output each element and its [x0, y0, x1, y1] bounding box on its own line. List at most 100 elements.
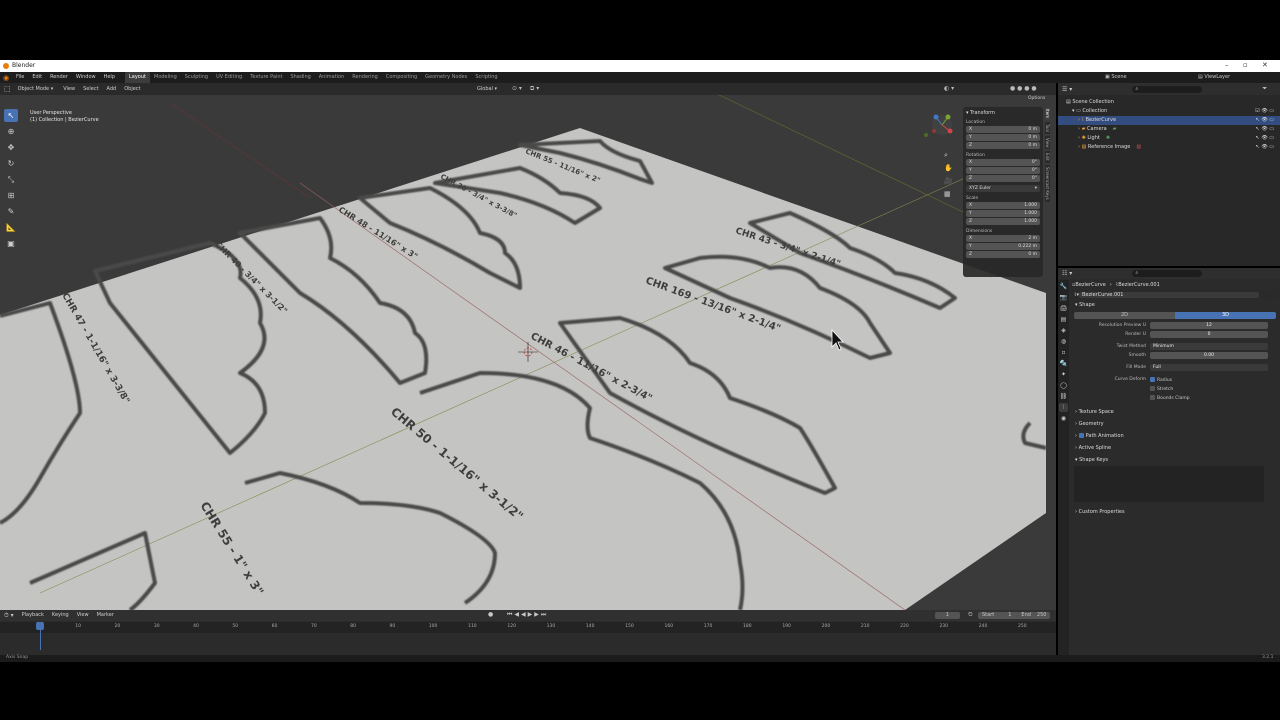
timeline-editor-icon[interactable]: ⏱ ▾ — [0, 612, 18, 620]
menu-view[interactable]: View — [59, 84, 79, 95]
blender-menu-icon[interactable]: ◉ — [0, 74, 12, 82]
visibility-toggles[interactable]: ↖ 👁 ▭ — [1256, 125, 1274, 134]
visibility-toggles[interactable]: ↖ 👁 ▭ — [1256, 134, 1274, 143]
menu-edit[interactable]: Edit — [28, 72, 46, 83]
fill-mode-dropdown[interactable]: Full — [1150, 364, 1268, 371]
cursor-tool-icon[interactable]: ⊕ — [4, 125, 18, 138]
properties-editor-icon[interactable]: ☷ ▾ — [1058, 270, 1072, 277]
custom-properties-section[interactable]: › Custom Properties — [1072, 506, 1278, 518]
transform-orientation-dropdown[interactable]: Global ▾ — [474, 85, 501, 93]
location-z-field[interactable]: Z 0 m — [966, 142, 1040, 149]
properties-search-input[interactable]: ⌕ — [1132, 270, 1203, 277]
sidebar-tab-screencast-keys[interactable]: Screencast Keys — [1045, 165, 1050, 202]
sidebar-tab-item[interactable]: Item — [1045, 107, 1050, 121]
tab-rendering[interactable]: Rendering — [348, 72, 382, 83]
dimension-x-field[interactable]: X 2 m — [966, 235, 1040, 242]
sidebar-tab-edit[interactable]: Edit — [1045, 151, 1050, 164]
outliner-search-input[interactable]: ⌕ — [1132, 85, 1203, 93]
rotation-z-field[interactable]: Z 0° — [966, 175, 1040, 182]
pivot-icon[interactable]: ⊙ ▾ — [512, 85, 522, 92]
navigation-gizmo[interactable] — [924, 114, 953, 138]
shape-section-header[interactable]: ▾ Shape — [1072, 299, 1278, 311]
output-props-tab-icon[interactable]: 🖨 — [1059, 304, 1068, 313]
viewlayer-selector[interactable]: ▤ ViewLayer — [1198, 72, 1230, 83]
rotation-y-field[interactable]: Y 0° — [966, 167, 1040, 174]
object-mode-dropdown[interactable]: Object Mode ▾ — [14, 85, 57, 93]
scale-y-field[interactable]: Y 1.000 — [966, 210, 1040, 217]
tab-texture-paint[interactable]: Texture Paint — [246, 72, 286, 83]
rotate-tool-icon[interactable]: ↻ — [4, 157, 18, 170]
tab-uv-editing[interactable]: UV Editing — [212, 72, 246, 83]
smooth-field[interactable]: 0.00 — [1150, 352, 1268, 359]
current-frame-field[interactable]: 1 — [935, 612, 960, 619]
visibility-icon[interactable]: ◐ ▾ — [944, 85, 954, 92]
active-spline-section[interactable]: › Active Spline — [1072, 442, 1278, 454]
playhead[interactable] — [36, 622, 44, 630]
menu-keying[interactable]: Keying — [48, 610, 73, 621]
sidebar-tab-tool[interactable]: Tool — [1045, 122, 1050, 134]
transform-tool-icon[interactable]: ⊞ — [4, 189, 18, 202]
constraints-tab-icon[interactable]: ⛓ — [1059, 392, 1068, 401]
datablock-name-field[interactable]: BezierCurve.001 — [1078, 291, 1259, 298]
outliner-item-collection[interactable]: ▾ ▭ Collection ☑ 👁 ▭ — [1058, 107, 1280, 116]
tab-modeling[interactable]: Modeling — [150, 72, 181, 83]
visibility-toggles[interactable]: ☑ 👁 ▭ — [1255, 107, 1274, 116]
ortho-toggle-icon[interactable]: ▦ — [944, 188, 953, 201]
outliner-item-light[interactable]: › ✺ Light ✺ ↖ 👁 ▭ — [1058, 134, 1280, 143]
outliner-item-camera[interactable]: › ▰ Camera ▰ ↖ 👁 ▭ — [1058, 125, 1280, 134]
view-layer-tab-icon[interactable]: ▤ — [1059, 315, 1068, 324]
material-tab-icon[interactable]: ◉ — [1059, 414, 1068, 423]
pan-icon[interactable]: ✋ — [944, 162, 953, 175]
shape-keys-list[interactable] — [1074, 466, 1264, 502]
tab-compositing[interactable]: Compositing — [382, 72, 421, 83]
minimize-icon[interactable]: – — [1225, 61, 1229, 69]
menu-file[interactable]: File — [12, 72, 28, 83]
measure-tool-icon[interactable]: 📐 — [4, 221, 18, 234]
rotation-mode-dropdown[interactable]: XYZ Euler ▾ — [966, 185, 1040, 192]
menu-help[interactable]: Help — [100, 72, 119, 83]
select-tool-icon[interactable]: ↖ — [4, 109, 18, 122]
annotate-tool-icon[interactable]: ✎ — [4, 205, 18, 218]
resolution-preview-field[interactable]: 12 — [1150, 322, 1268, 329]
twist-method-dropdown[interactable]: Minimum — [1150, 343, 1268, 350]
rotation-x-field[interactable]: X 0° — [966, 159, 1040, 166]
bounds-clamp-checkbox[interactable]: Bounds Clamp — [1150, 394, 1190, 401]
add-cube-tool-icon[interactable]: ▣ — [4, 237, 18, 250]
tab-layout[interactable]: Layout — [125, 72, 150, 83]
geometry-section[interactable]: › Geometry — [1072, 418, 1278, 430]
scale-z-field[interactable]: Z 1.000 — [966, 218, 1040, 225]
close-icon[interactable]: ✕ — [1262, 61, 1268, 69]
outliner-item-reference-image[interactable]: › ▧ Reference Image ▧ ↖ 👁 ▭ — [1058, 143, 1280, 152]
modifier-tab-icon[interactable]: 🔩 — [1059, 359, 1068, 368]
outliner-item-beziercurve[interactable]: › ⌇ BezierCurve ↖ 👁 ▭ — [1058, 116, 1280, 125]
dim-2d-button[interactable]: 2D — [1074, 311, 1175, 319]
visibility-toggles[interactable]: ↖ 👁 ▭ — [1256, 116, 1274, 125]
options-button[interactable]: Options — [1028, 96, 1045, 101]
tab-animation[interactable]: Animation — [315, 72, 349, 83]
tab-geometry-nodes[interactable]: Geometry Nodes — [421, 72, 471, 83]
render-u-field[interactable]: 0 — [1150, 331, 1268, 338]
filter-icon[interactable]: ⏷ — [1262, 85, 1267, 93]
render-props-tab-icon[interactable]: 📷 — [1059, 293, 1068, 302]
timeline-ruler[interactable]: 0102030405060708090100110120130140150160… — [0, 622, 1056, 633]
curve-data-tab-icon[interactable]: ⌇ — [1059, 403, 1068, 412]
menu-render[interactable]: Render — [46, 72, 72, 83]
record-icon[interactable]: ● — [488, 611, 493, 618]
move-tool-icon[interactable]: ✥ — [4, 141, 18, 154]
object-tab-icon[interactable]: ▫ — [1059, 348, 1068, 357]
playback-controls[interactable]: ⏮◀◀▶▶⏭ — [507, 611, 548, 619]
physics-tab-icon[interactable]: ◯ — [1059, 381, 1068, 390]
outliner-scene-collection[interactable]: ▤ Scene Collection — [1058, 98, 1280, 107]
sidebar-tab-view[interactable]: View — [1045, 135, 1050, 150]
clock-icon[interactable]: ⏲ — [968, 611, 973, 619]
path-animation-section[interactable]: › Path Animation — [1072, 430, 1278, 442]
menu-playback[interactable]: Playback — [18, 610, 48, 621]
menu-select[interactable]: Select — [79, 84, 102, 95]
location-x-field[interactable]: X 0 m — [966, 126, 1040, 133]
scale-tool-icon[interactable]: ⤡ — [4, 173, 18, 186]
texture-space-section[interactable]: › Texture Space — [1072, 406, 1278, 418]
particles-tab-icon[interactable]: ✦ — [1059, 370, 1068, 379]
camera-view-icon[interactable]: 🎥 — [944, 175, 953, 188]
outliner-editor-icon[interactable]: ☰ ▾ — [1058, 86, 1072, 93]
visibility-toggles[interactable]: ↖ 👁 ▭ — [1256, 143, 1274, 152]
